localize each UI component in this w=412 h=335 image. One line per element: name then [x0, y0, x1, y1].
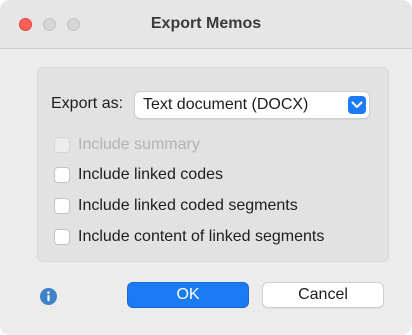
chevron-down-icon: [348, 96, 366, 114]
include-summary-label: Include summary: [78, 136, 200, 153]
include-content-of-linked-segments-checkbox[interactable]: [54, 229, 70, 245]
info-icon[interactable]: [40, 288, 57, 305]
include-linked-coded-segments-label[interactable]: Include linked coded segments: [78, 197, 298, 215]
include-linked-codes-label[interactable]: Include linked codes: [78, 166, 223, 184]
include-linked-coded-segments-checkbox[interactable]: [54, 198, 70, 214]
export-as-label: Export as:: [51, 95, 124, 112]
cancel-button[interactable]: Cancel: [262, 282, 384, 308]
export-memos-dialog: Export Memos Export as: Text document (D…: [0, 0, 412, 335]
export-format-value: Text document (DOCX): [143, 96, 309, 113]
window-title: Export Memos: [150, 15, 262, 32]
include-linked-codes-checkbox[interactable]: [54, 167, 70, 183]
include-content-of-linked-segments-label[interactable]: Include content of linked segments: [78, 228, 324, 246]
include-summary-checkbox: [54, 137, 70, 153]
ok-button[interactable]: OK: [127, 282, 249, 308]
title-bar: Export Memos: [0, 0, 412, 49]
export-format-select[interactable]: Text document (DOCX): [134, 91, 370, 119]
